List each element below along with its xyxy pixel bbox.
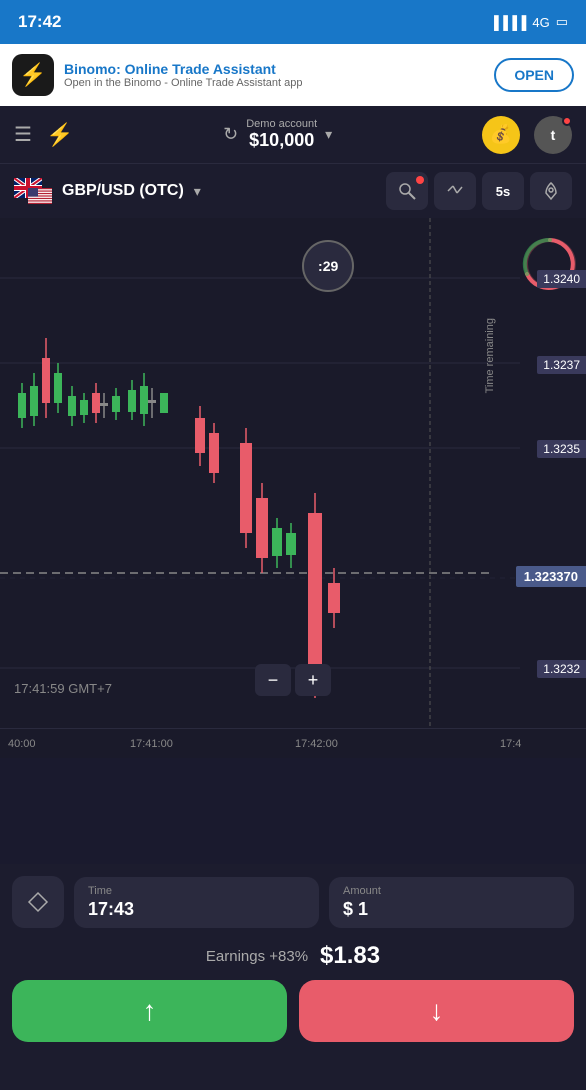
price-label-5: 1.3232: [537, 660, 586, 678]
x-tick-1: 40:00: [8, 738, 36, 750]
trade-inputs: Time 17:43 Amount $ 1: [0, 864, 586, 936]
us-flag-icon: [28, 188, 52, 204]
app-banner: ⚡ Binomo: Online Trade Assistant Open in…: [0, 44, 586, 106]
buy-up-button[interactable]: ↑: [12, 980, 287, 1042]
earnings-label: Earnings +83%: [206, 948, 308, 965]
indicators-button[interactable]: [434, 172, 476, 210]
time-input-value: 17:43: [88, 899, 305, 920]
timeframe-label: 5s: [496, 184, 510, 199]
zoom-out-button[interactable]: −: [255, 664, 291, 696]
time-remaining-label: Time remaining: [484, 318, 496, 393]
refresh-icon[interactable]: ↻: [223, 124, 238, 145]
rocket-icon: [541, 181, 561, 201]
battery-icon: ▭: [556, 14, 568, 30]
price-label-2: 1.3237: [537, 356, 586, 374]
signal-icon: ▐▐▐▐: [490, 15, 527, 30]
diamond-button[interactable]: [12, 876, 64, 928]
instrument-chevron-icon[interactable]: ▾: [194, 183, 201, 200]
menu-icon[interactable]: ☰: [14, 122, 32, 147]
account-chevron-icon: ▾: [325, 126, 332, 143]
trade-buttons: ↑ ↓: [0, 980, 586, 1058]
amount-input-label: Amount: [343, 885, 560, 897]
zoom-in-button[interactable]: +: [295, 664, 331, 696]
chart-area[interactable]: :29 1.3240 1.3237 1.3235 1.323370 1.3232…: [0, 218, 586, 758]
trade-panel: Time 17:43 Amount $ 1 Earnings +83% $1.8…: [0, 864, 586, 1090]
app-banner-text: Binomo: Online Trade Assistant Open in t…: [64, 61, 484, 89]
chart-time-label: 17:41:59 GMT+7: [14, 681, 112, 696]
draw-tool-button[interactable]: [386, 172, 428, 210]
instrument-name[interactable]: GBP/USD (OTC): [62, 182, 184, 200]
time-input[interactable]: Time 17:43: [74, 877, 319, 928]
x-tick-4: 17:4: [500, 738, 521, 750]
earnings-row: Earnings +83% $1.83: [0, 936, 586, 980]
instrument-bar: GBP/USD (OTC) ▾ 5s: [0, 164, 586, 218]
currency-flags: [14, 178, 52, 204]
amount-input[interactable]: Amount $ 1: [329, 877, 574, 928]
network-type: 4G: [532, 15, 549, 30]
account-value: $10,000: [246, 130, 317, 151]
logo-icon: ⚡: [46, 122, 73, 148]
timeframe-button[interactable]: 5s: [482, 172, 524, 210]
amount-input-value: $ 1: [343, 899, 560, 920]
x-axis: 40:00 17:41:00 17:42:00 17:4: [0, 728, 586, 758]
price-label-3: 1.3235: [537, 440, 586, 458]
price-label-1: 1.3240: [537, 270, 586, 288]
up-arrow-icon: ↑: [143, 995, 157, 1027]
notification-dot: [562, 116, 572, 126]
countdown-timer: :29: [302, 240, 354, 292]
indicators-icon: [445, 181, 465, 201]
app-banner-subtitle: Open in the Binomo - Online Trade Assist…: [64, 77, 484, 89]
x-tick-3: 17:42:00: [295, 738, 338, 750]
account-details: Demo account $10,000: [246, 118, 317, 151]
x-tick-2: 17:41:00: [130, 738, 173, 750]
rocket-button[interactable]: [530, 172, 572, 210]
avatar[interactable]: t: [534, 116, 572, 154]
open-button[interactable]: OPEN: [494, 58, 574, 92]
app-icon: ⚡: [12, 54, 54, 96]
nav-bar: ☰ ⚡ ↻ Demo account $10,000 ▾ 💰 t: [0, 106, 586, 164]
earnings-value: $1.83: [320, 942, 380, 970]
status-icons: ▐▐▐▐ 4G ▭: [490, 14, 568, 30]
account-label: Demo account: [246, 118, 317, 130]
buy-down-button[interactable]: ↓: [299, 980, 574, 1042]
chart-tools: 5s: [386, 172, 572, 210]
pencil-compass-icon: [397, 181, 417, 201]
down-arrow-icon: ↓: [430, 995, 444, 1027]
zoom-controls[interactable]: − +: [255, 664, 331, 696]
wallet-button[interactable]: 💰: [482, 116, 520, 154]
account-info[interactable]: ↻ Demo account $10,000 ▾: [87, 118, 468, 151]
status-bar: 17:42 ▐▐▐▐ 4G ▭: [0, 0, 586, 44]
status-time: 17:42: [18, 12, 61, 32]
tool-dot: [416, 176, 424, 184]
app-banner-title: Binomo: Online Trade Assistant: [64, 61, 484, 77]
current-price-label: 1.323370: [516, 566, 586, 587]
time-input-label: Time: [88, 885, 305, 897]
diamond-icon: [27, 891, 49, 913]
